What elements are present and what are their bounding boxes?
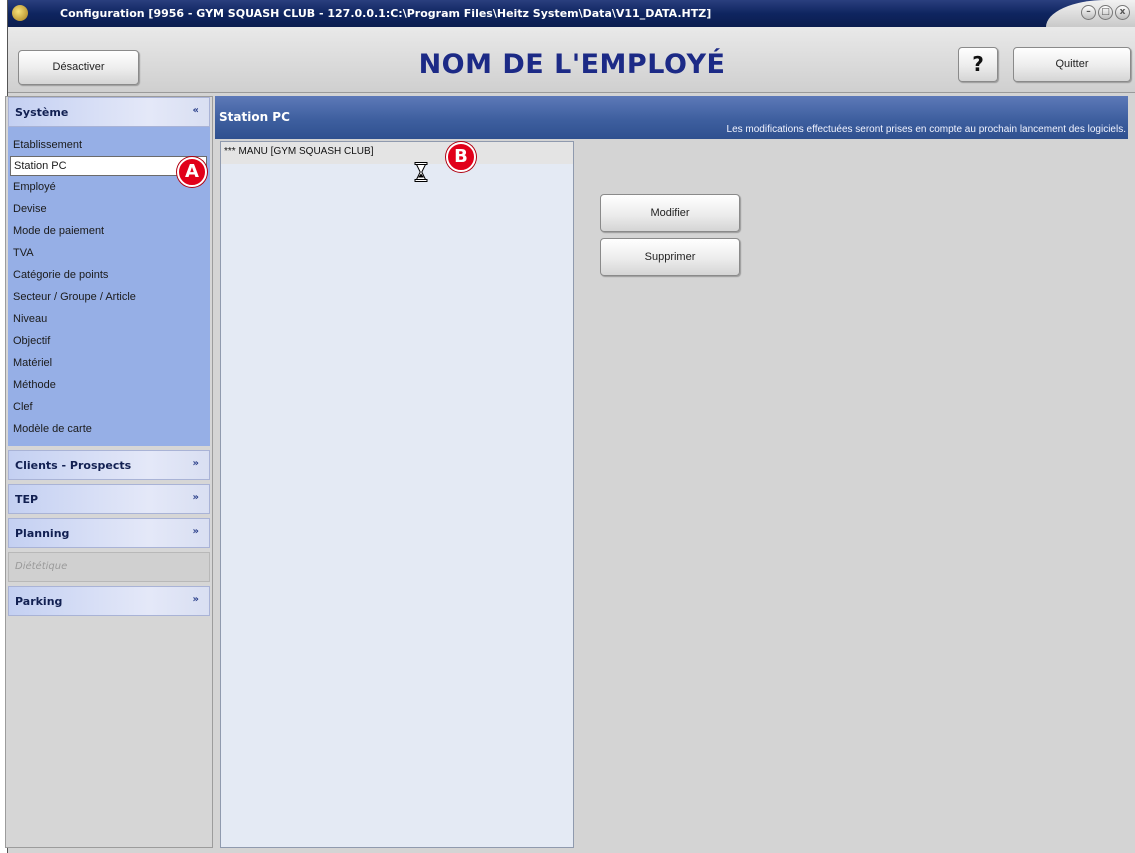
annotation-marker-b: B	[446, 142, 476, 172]
section-title: Station PC	[219, 110, 290, 124]
sidebar-group-planning[interactable]: Planning »	[8, 518, 210, 548]
window-title: Configuration [9956 - GYM SQUASH CLUB - …	[60, 7, 712, 20]
sidebar-group-clients-prospects[interactable]: Clients - Prospects »	[8, 450, 210, 480]
sidebar-item-devise[interactable]: Devise	[8, 198, 210, 220]
restart-notice: Les modifications effectuées seront pris…	[726, 124, 1126, 135]
sidebar-group-tep[interactable]: TEP »	[8, 484, 210, 514]
sidebar-group-label: Parking	[15, 595, 63, 608]
collapse-chevron-icon[interactable]: «	[193, 105, 199, 116]
sidebar-item-mode-de-paiement[interactable]: Mode de paiement	[8, 220, 210, 242]
header-bar: Désactiver NOM DE L'EMPLOYÉ ? Quitter	[8, 27, 1135, 93]
title-bar[interactable]: Configuration [9956 - GYM SQUASH CLUB - …	[8, 0, 1135, 27]
sidebar-item-secteur-groupe-article[interactable]: Secteur / Groupe / Article	[8, 286, 210, 308]
sidebar-group-label: Système	[15, 106, 69, 119]
sidebar: Système « Etablissement Station PC Emplo…	[5, 96, 213, 848]
minimize-icon[interactable]: –	[1081, 5, 1096, 20]
list-item[interactable]: *** MANU [GYM SQUASH CLUB]	[221, 142, 573, 164]
sidebar-group-label: Clients - Prospects	[15, 459, 132, 472]
sidebar-item-clef[interactable]: Clef	[8, 396, 210, 418]
window-controls: – □ x	[1081, 5, 1130, 20]
expand-chevron-icon[interactable]: »	[193, 594, 199, 605]
actions-panel: Modifier Supprimer	[575, 141, 1128, 848]
expand-chevron-icon[interactable]: »	[193, 458, 199, 469]
maximize-icon[interactable]: □	[1098, 5, 1113, 20]
sidebar-group-label: TEP	[15, 493, 39, 506]
content-header: Station PC Les modifications effectuées …	[215, 96, 1128, 139]
sidebar-item-modele-de-carte[interactable]: Modèle de carte	[8, 418, 210, 440]
modify-button[interactable]: Modifier	[600, 194, 740, 232]
annotation-marker-a: A	[177, 157, 207, 187]
sidebar-group-label: Planning	[15, 527, 70, 540]
sidebar-group-parking[interactable]: Parking »	[8, 586, 210, 616]
expand-chevron-icon[interactable]: »	[193, 526, 199, 537]
hourglass-cursor-icon	[414, 162, 428, 182]
sidebar-item-etablissement[interactable]: Etablissement	[8, 134, 210, 156]
sidebar-item-categorie-de-points[interactable]: Catégorie de points	[8, 264, 210, 286]
sidebar-group-dietetique: Diététique	[8, 552, 210, 582]
expand-chevron-icon[interactable]: »	[193, 492, 199, 503]
station-list[interactable]: *** MANU [GYM SQUASH CLUB]	[220, 141, 574, 848]
sidebar-item-methode[interactable]: Méthode	[8, 374, 210, 396]
app-icon	[12, 5, 28, 21]
close-icon[interactable]: x	[1115, 5, 1130, 20]
help-button[interactable]: ?	[958, 47, 998, 82]
sidebar-item-tva[interactable]: TVA	[8, 242, 210, 264]
sidebar-item-niveau[interactable]: Niveau	[8, 308, 210, 330]
sidebar-item-objectif[interactable]: Objectif	[8, 330, 210, 352]
sidebar-group-systeme[interactable]: Système «	[8, 97, 210, 127]
quit-button[interactable]: Quitter	[1013, 47, 1131, 82]
sidebar-item-materiel[interactable]: Matériel	[8, 352, 210, 374]
delete-button[interactable]: Supprimer	[600, 238, 740, 276]
sidebar-group-label: Diététique	[15, 561, 68, 572]
